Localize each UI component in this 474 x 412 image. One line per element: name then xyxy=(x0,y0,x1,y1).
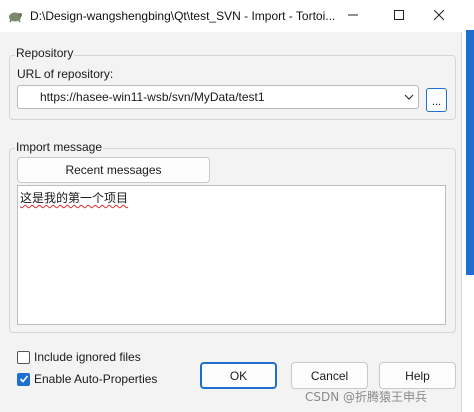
browse-button[interactable]: ... xyxy=(426,88,447,112)
title-bar[interactable]: D:\Design-wangshengbing\Qt\test_SVN - Im… xyxy=(0,0,462,32)
help-button[interactable]: Help xyxy=(379,362,456,389)
import-dialog: D:\Design-wangshengbing\Qt\test_SVN - Im… xyxy=(0,0,462,412)
csdn-watermark: CSDN @折腾猿王申兵 xyxy=(305,390,428,404)
chevron-down-icon[interactable] xyxy=(400,86,418,108)
include-ignored-label: Include ignored files xyxy=(34,350,141,364)
background-window-edge xyxy=(462,0,474,412)
maximize-icon xyxy=(394,9,404,23)
close-button[interactable] xyxy=(416,0,462,32)
repository-group-label: Repository xyxy=(15,46,75,60)
recent-messages-button[interactable]: Recent messages xyxy=(17,157,210,183)
include-ignored-checkbox[interactable] xyxy=(17,350,30,364)
message-textarea[interactable]: 这是我的第一个项目 xyxy=(17,185,446,325)
url-value: https://hasee-win11-wsb/svn/MyData/test1 xyxy=(40,90,265,104)
ok-button[interactable]: OK xyxy=(200,362,277,389)
auto-props-row[interactable]: Enable Auto-Properties xyxy=(17,372,157,386)
auto-props-checkbox[interactable] xyxy=(17,372,30,386)
checkmark-icon xyxy=(19,375,28,383)
message-text: 这是我的第一个项目 xyxy=(20,191,129,205)
minimize-button[interactable] xyxy=(330,0,376,32)
auto-props-label: Enable Auto-Properties xyxy=(34,372,158,386)
url-combobox[interactable]: https://hasee-win11-wsb/svn/MyData/test1 xyxy=(17,85,419,109)
include-ignored-row[interactable]: Include ignored files xyxy=(17,350,141,364)
window-title: D:\Design-wangshengbing\Qt\test_SVN - Im… xyxy=(30,9,336,23)
background-accent-bar xyxy=(466,30,474,275)
import-message-group-label: Import message xyxy=(15,140,104,154)
minimize-icon xyxy=(348,9,358,23)
close-icon xyxy=(433,9,445,23)
cancel-button[interactable]: Cancel xyxy=(291,362,368,389)
tortoise-app-icon xyxy=(6,7,24,25)
url-label: URL of repository: xyxy=(17,67,114,81)
